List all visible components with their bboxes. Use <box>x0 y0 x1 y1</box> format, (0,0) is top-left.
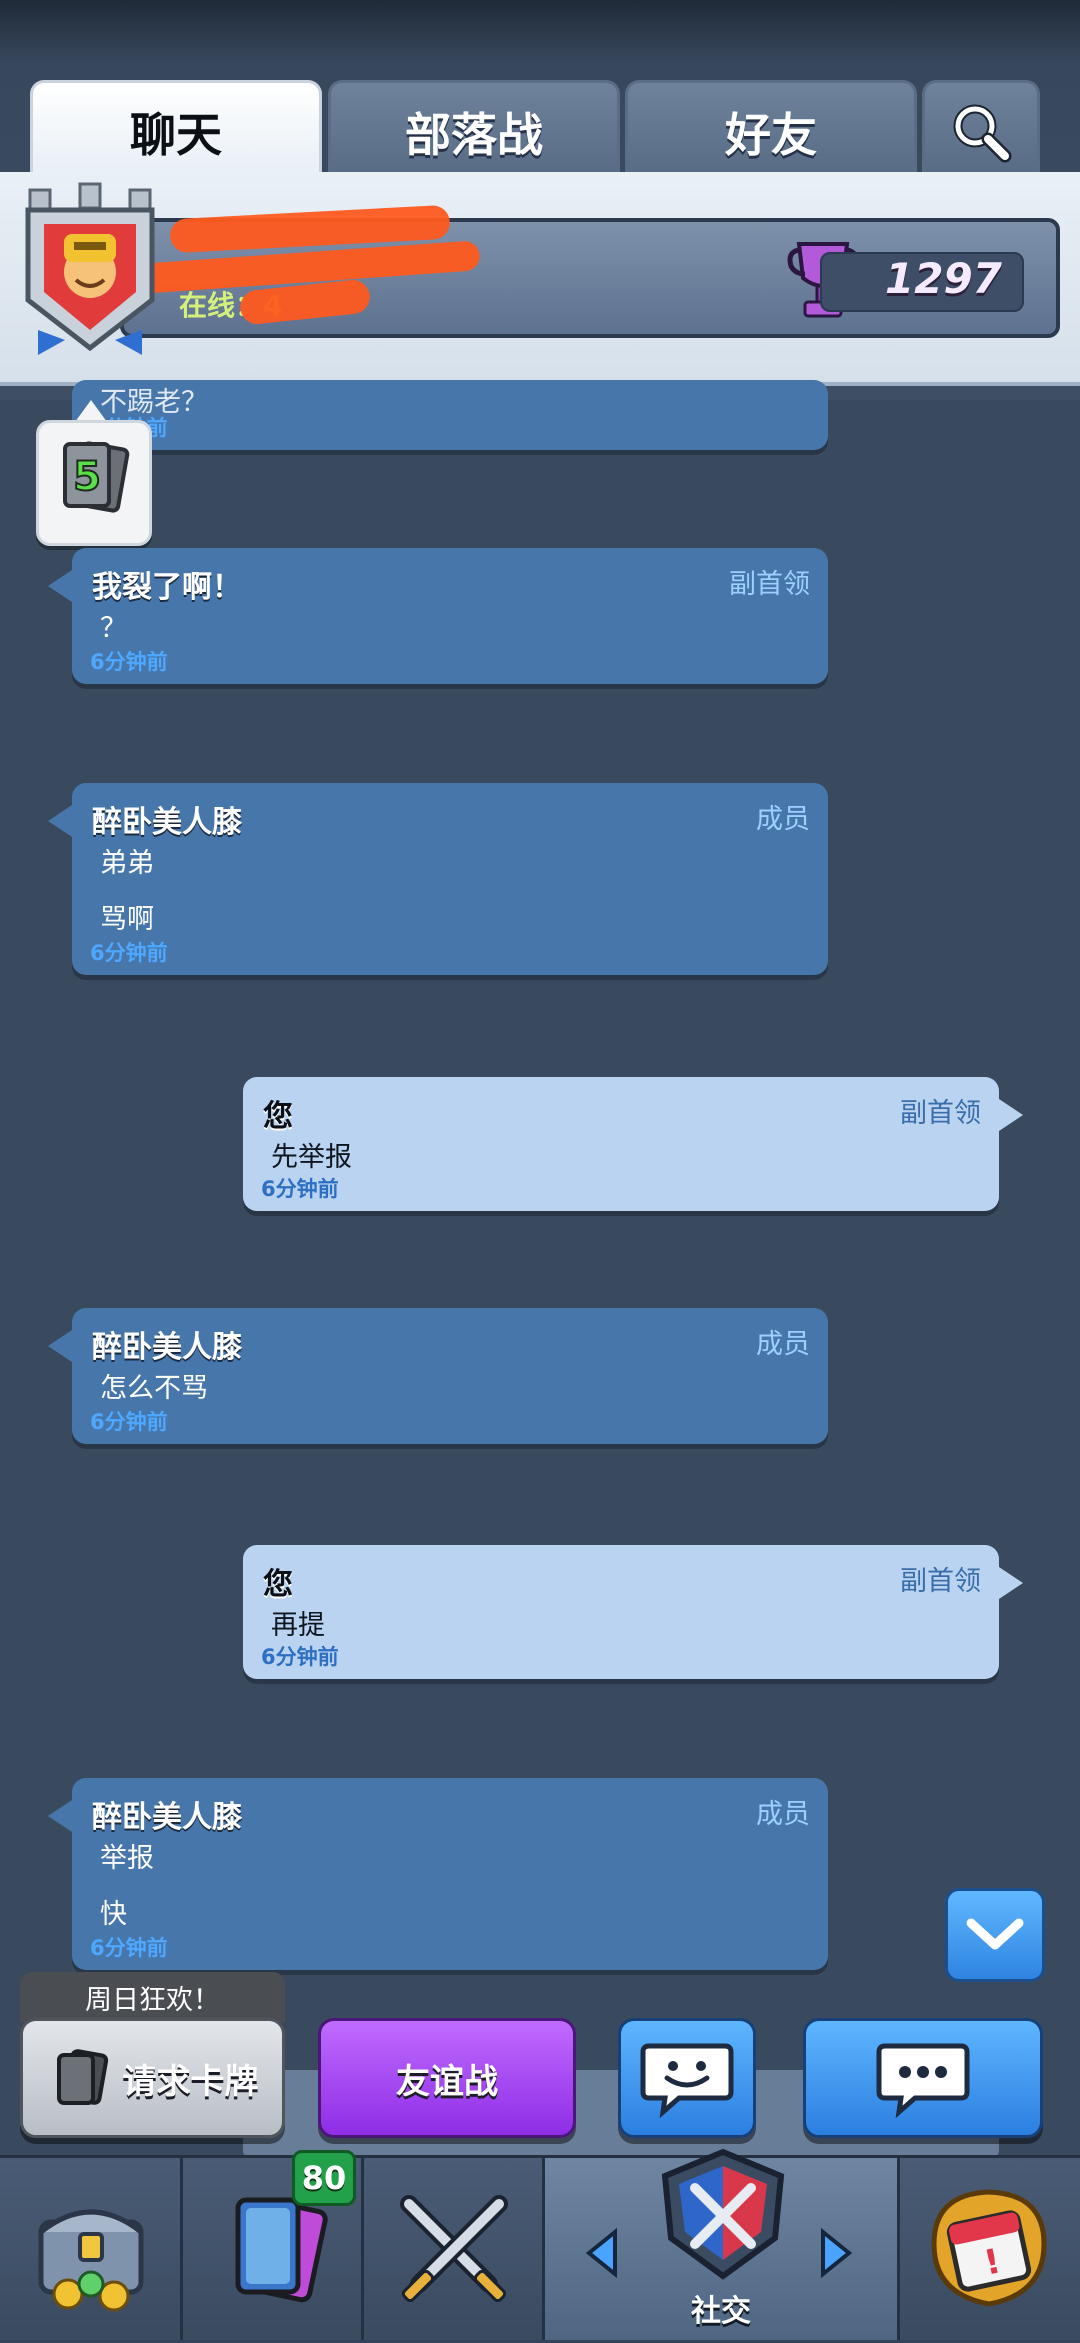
message-text: 怎么不骂 <box>100 1373 208 1404</box>
chat-message-own: 您 副首领 再提 6分钟前 <box>243 1545 1023 1679</box>
message-time: 6分钟前 <box>90 1936 168 1960</box>
message-text: 举报 <box>100 1843 154 1874</box>
chat-bubble-icon <box>876 2043 970 2118</box>
battle-swords-icon <box>400 2195 508 2303</box>
card-stack-icon: 5 <box>63 441 130 513</box>
search-button[interactable] <box>922 80 1040 180</box>
nav-shop[interactable] <box>0 2158 183 2340</box>
chat-message: 醉卧美人膝 成员 弟弟 骂啊 6分钟前 <box>48 783 828 975</box>
events-icon: ! <box>931 2189 1047 2307</box>
arrow-left-icon[interactable] <box>583 2228 623 2278</box>
message-text: 骂啊 <box>100 904 154 935</box>
message-role: 副首领 <box>900 1566 981 1597</box>
message-text: ？ <box>100 613 127 644</box>
message-text: 先举报 <box>271 1142 352 1173</box>
chevron-down-icon <box>966 1918 1024 1950</box>
message-sender: 我裂了啊！ <box>92 570 242 605</box>
message-sender: 您 <box>263 1099 293 1134</box>
open-chat-input-button[interactable] <box>803 2018 1043 2138</box>
chat-message: 醉卧美人膝 成员 怎么不骂 6分钟前 <box>48 1308 828 1444</box>
message-text: 弟弟 <box>100 848 154 879</box>
message-role: 成员 <box>756 1329 810 1360</box>
message-sender: 醉卧美人膝 <box>92 805 242 840</box>
message-role: 成员 <box>756 1799 810 1830</box>
nav-battle[interactable] <box>364 2158 545 2340</box>
request-cards-button[interactable]: 请求卡牌 <box>20 2018 285 2138</box>
message-time: 6分钟前 <box>261 1645 339 1669</box>
nav-social-label: 社交 <box>691 2294 751 2329</box>
sunday-event-label: 周日狂欢！ <box>20 1972 285 2022</box>
request-cards-label: 请求卡牌 <box>122 2061 259 2102</box>
search-icon <box>953 104 1012 162</box>
message-time: 6分钟前 <box>261 1177 339 1201</box>
bubble-tail <box>999 1567 1023 1599</box>
emote-button[interactable] <box>618 2018 756 2138</box>
tab-chat[interactable]: 聊天 <box>30 80 322 180</box>
message-role: 副首领 <box>900 1098 981 1129</box>
scroll-to-bottom-button[interactable] <box>945 1888 1045 1982</box>
player-level-badge-icon <box>25 182 155 355</box>
message-text: 再提 <box>271 1610 325 1641</box>
message-role: 成员 <box>756 804 810 835</box>
message-time: 6分钟前 <box>90 941 168 965</box>
message-text: 快 <box>100 1899 127 1930</box>
social-clan-icon <box>661 2148 785 2280</box>
chat-message: 醉卧美人膝 成员 举报 快 6分钟前 <box>48 1778 828 1970</box>
chat-message: 不踢老？ 6分钟前 <box>72 380 828 450</box>
message-time: 6分钟前 <box>90 650 168 674</box>
bubble-tail <box>999 1099 1023 1131</box>
chat-message: 我裂了啊！ 副首领 ？ 6分钟前 <box>48 548 828 684</box>
message-sender: 醉卧美人膝 <box>92 1330 242 1365</box>
smile-emote-icon <box>640 2043 734 2118</box>
cards-badge: 80 <box>292 2150 356 2206</box>
bubble-tail <box>48 570 72 602</box>
bubble-tail <box>48 1800 72 1832</box>
message-sender: 醉卧美人膝 <box>92 1800 242 1835</box>
message-sender: 您 <box>263 1567 293 1602</box>
arrow-right-icon[interactable] <box>815 2228 855 2278</box>
cards-icon <box>56 2049 108 2105</box>
message-role: 副首领 <box>729 569 810 600</box>
card-request-badge[interactable]: 5 <box>36 420 152 546</box>
bubble-tail <box>48 805 72 837</box>
nav-social[interactable]: 社交 <box>545 2148 900 2340</box>
bubble-tail <box>48 1330 72 1362</box>
friendly-battle-button[interactable]: 友谊战 <box>318 2018 576 2138</box>
card-request-pointer <box>75 400 107 422</box>
chat-message-own: 您 副首领 先举报 6分钟前 <box>243 1077 1023 1211</box>
message-time: 6分钟前 <box>90 1410 168 1434</box>
nav-events[interactable]: ! <box>900 2158 1080 2340</box>
card-request-count: 5 <box>73 454 101 500</box>
tab-friends[interactable]: 好友 <box>625 80 917 180</box>
shop-chest-icon <box>38 2209 144 2312</box>
tab-clan-war[interactable]: 部落战 <box>328 80 620 180</box>
trophy-count: 1297 <box>885 254 1002 303</box>
